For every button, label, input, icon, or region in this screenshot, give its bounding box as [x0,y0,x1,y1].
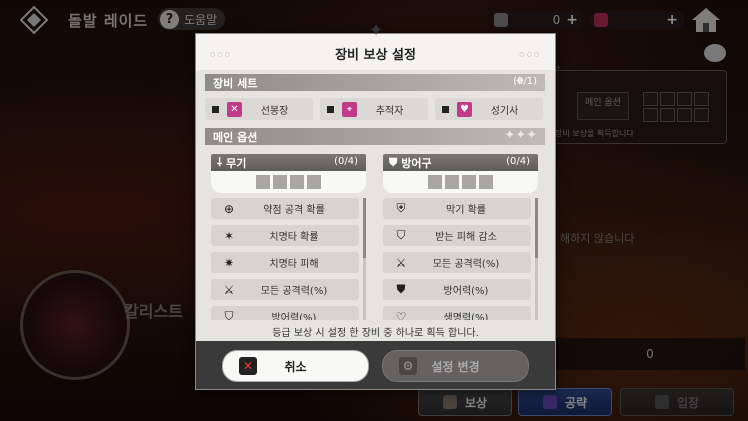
option-label: 방어력(%) [443,286,489,297]
weapon-header: ⸸ 무기 (0/4) [211,154,366,171]
main-option-header: 메인 옵션 ✦✦✦ [205,128,545,145]
armor-option-list[interactable]: ⛨ 막기 확률 ⛉ 받는 피해 감소 ⚔ 모든 공격력(%) ⛊ 방어력(%) … [383,198,538,320]
main-option-title: 메인 옵션 [213,130,258,144]
empty-slot [290,175,304,189]
checkbox[interactable] [212,105,219,113]
armor-slots [383,171,538,193]
dialog-header: ✦ ○○○ ○○○ 장비 보상 설정 [196,22,555,70]
scroll-thumb[interactable] [363,198,366,258]
vanguard-icon: ✕ [227,101,242,117]
weapon-slots [211,171,366,193]
dialog-footer: ✕ 취소 ⚙ 설정 변경 [196,341,555,389]
equip-set-title: 장비 세트 [213,76,258,90]
weapon-option-list[interactable]: ⊕ 약점 공격 확률 ✶ 치명타 확률 ✷ 치명타 피해 ⚔ 모든 공격력(%)… [211,198,366,320]
confirm-label: 설정 변경 [431,359,480,374]
armor-header: ⛊ 방어구 (0/4) [383,154,538,171]
option-all-attack[interactable]: ⚔ 모든 공격력(%) [383,252,531,273]
crit-chance-icon: ✶ [223,228,235,243]
option-hp[interactable]: ♡ 생명력(%) [383,306,531,320]
diamond-ornament-icon: ✦ [368,20,384,41]
weapon-count: (0/4) [334,156,358,167]
scrollbar[interactable] [363,198,366,320]
crossed-swords-icon: ⚔ [395,255,407,270]
option-crit-damage[interactable]: ✷ 치명타 피해 [211,252,359,273]
option-label: 모든 공격력(%) [260,286,328,297]
option-defense[interactable]: ⛊ 방어력(%) [383,279,531,300]
scrollbar[interactable] [535,198,538,320]
block-shield-icon: ⛨ [396,201,406,215]
scroll-thumb[interactable] [535,198,538,258]
checkbox[interactable] [442,105,449,113]
option-damage-reduction[interactable]: ⛉ 받는 피해 감소 [383,225,531,246]
crit-damage-icon: ✷ [223,255,235,270]
option-block-chance[interactable]: ⛨ 막기 확률 [383,198,531,219]
crossed-swords-icon: ⚔ [223,282,235,297]
heart-icon: ♡ [395,309,407,321]
empty-slot [479,175,493,189]
option-defense[interactable]: ⛉ 방어력(%) [211,306,359,320]
empty-slot [273,175,287,189]
equipment-reward-dialog: ✦ ○○○ ○○○ 장비 보상 설정 장비 세트 ✦ (0/1) ✕ 선봉장 ⌖… [195,22,556,390]
set-item-paladin[interactable]: ♥ 성기사 [435,98,543,120]
option-label: 받는 피해 감소 [435,232,497,243]
weapon-column: ⸸ 무기 (0/4) ⊕ 약점 공격 확률 ✶ 치명타 확률 ✷ 치명타 피해 [211,154,366,320]
empty-slot [307,175,321,189]
weapon-title: 무기 [226,156,247,170]
empty-slot [445,175,459,189]
option-label: 치명타 확률 [269,232,319,243]
empty-slot [256,175,270,189]
set-item-label: 성기사 [490,105,519,117]
sword-icon: ⸸ [217,156,223,169]
shield-icon: ⛊ [389,155,398,169]
defense-icon: ⛉ [224,309,234,320]
equip-set-count: (0/1) [513,76,537,87]
cancel-label: 취소 [284,359,307,374]
empty-slot [428,175,442,189]
confirm-button[interactable]: ⚙ 설정 변경 [382,350,529,382]
armor-count: (0/4) [506,156,530,167]
option-all-attack[interactable]: ⚔ 모든 공격력(%) [211,279,359,300]
option-label: 방어력(%) [271,313,317,320]
set-item-tracker[interactable]: ⌖ 추적자 [320,98,428,120]
option-label: 막기 확률 [446,205,486,216]
option-label: 모든 공격력(%) [432,259,500,270]
x-icon: ✕ [239,357,257,375]
gear-icon: ⚙ [399,357,417,375]
set-item-label: 선봉장 [260,105,289,117]
option-label: 치명타 피해 [269,259,319,270]
set-item-vanguard[interactable]: ✕ 선봉장 [205,98,313,120]
option-weak-point-chance[interactable]: ⊕ 약점 공격 확률 [211,198,359,219]
defense-icon: ⛊ [396,282,406,296]
damage-reduction-icon: ⛉ [396,228,406,242]
armor-title: 방어구 [401,156,432,170]
cancel-button[interactable]: ✕ 취소 [222,350,369,382]
crosshair-icon: ⌖ [342,101,357,117]
option-label: 생명력(%) [443,313,489,320]
empty-slot [462,175,476,189]
armor-column: ⛊ 방어구 (0/4) ⛨ 막기 확률 ⛉ 받는 피해 감소 ⚔ 모든 공격력(… [383,154,538,320]
sparkle-icon: ✦✦✦ [504,128,537,143]
notice-text: 등급 보상 시 설정 한 장비 중 하나로 획득 합니다. [272,328,479,339]
dialog-title: 장비 보상 설정 [335,48,416,63]
heart-icon: ♥ [457,101,472,117]
target-icon: ⊕ [223,201,235,216]
option-crit-chance[interactable]: ✶ 치명타 확률 [211,225,359,246]
equip-set-header: 장비 세트 ✦ (0/1) [205,74,545,91]
set-item-label: 추적자 [375,105,404,117]
checkbox[interactable] [327,105,334,113]
option-label: 약점 공격 확률 [263,205,325,216]
